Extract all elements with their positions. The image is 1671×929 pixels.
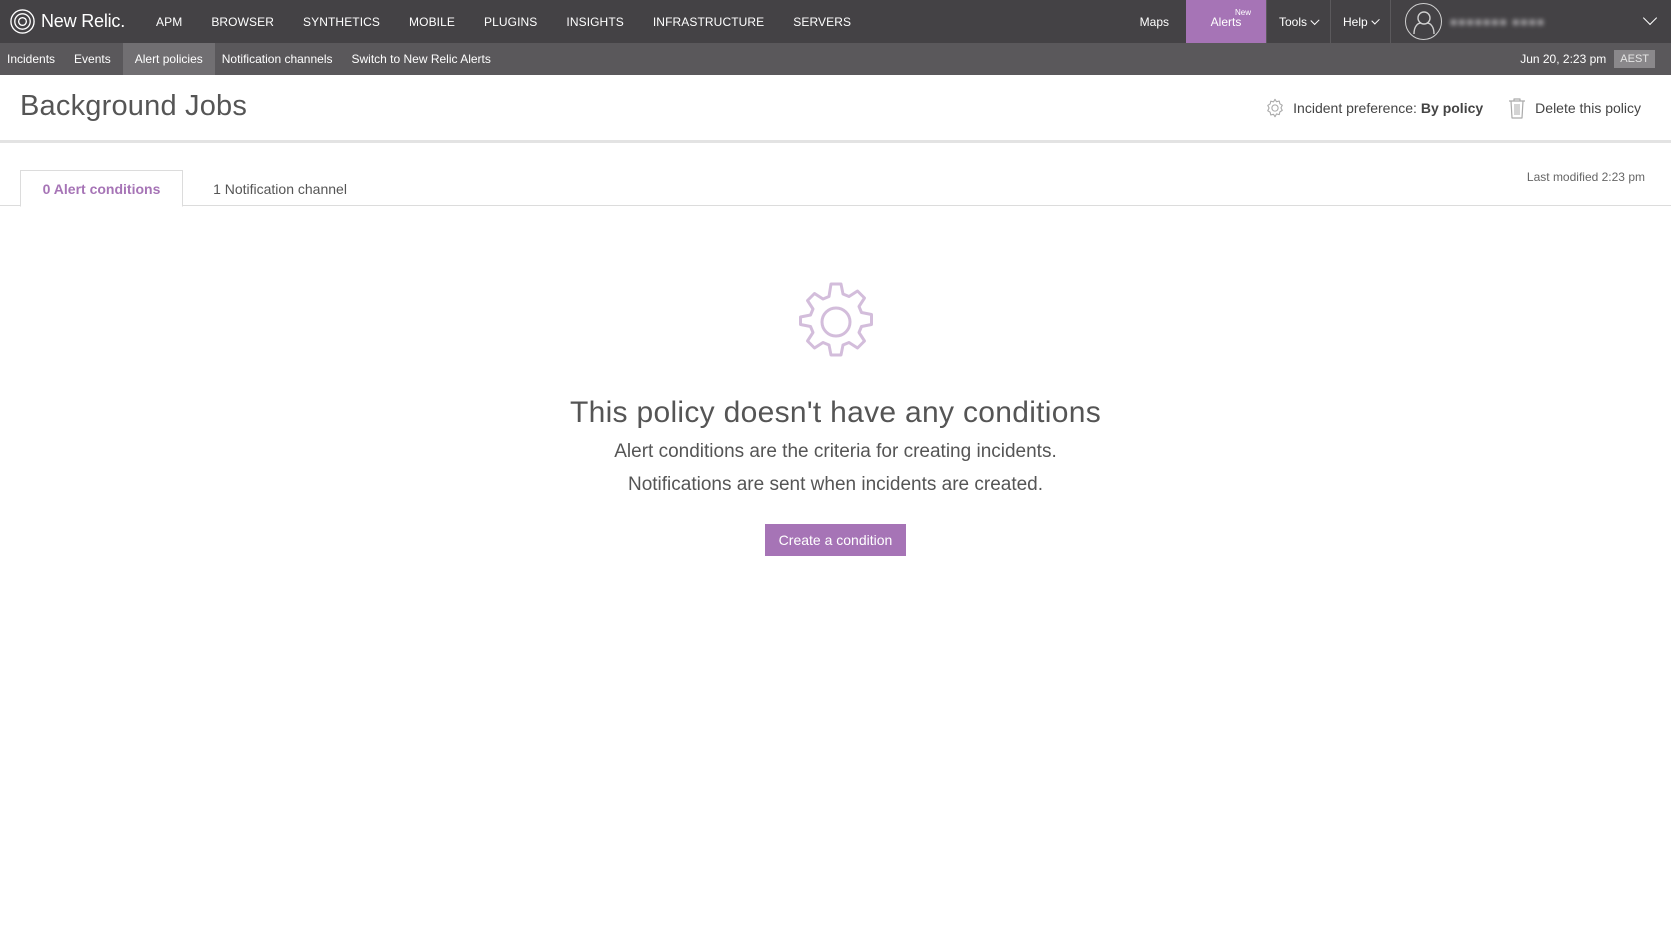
nav-item-maps[interactable]: Maps xyxy=(1084,0,1186,43)
page-header: Background Jobs Incident preference: By … xyxy=(0,75,1671,143)
subnav-item-switch-alerts[interactable]: Switch to New Relic Alerts xyxy=(344,43,502,75)
maps-label: Maps xyxy=(1139,14,1169,29)
create-condition-button[interactable]: Create a condition xyxy=(764,524,907,556)
nav-item-plugins[interactable]: PLUGINS xyxy=(484,15,537,29)
nav-item-servers[interactable]: SERVERS xyxy=(793,15,851,29)
subnav-item-alert-policies[interactable]: Alert policies xyxy=(122,43,215,75)
user-menu[interactable]: ■■■■■■■ ■■■■ xyxy=(1391,0,1671,43)
sub-navigation: Incidents Events Alert policies Notifica… xyxy=(0,43,1671,75)
incident-preference-value: By policy xyxy=(1420,100,1484,116)
empty-state-description-1: Alert conditions are the criteria for cr… xyxy=(614,441,1057,462)
username: ■■■■■■■ ■■■■ xyxy=(1450,14,1546,29)
tools-menu[interactable]: Tools xyxy=(1266,0,1330,43)
chevron-down-icon xyxy=(1310,15,1320,25)
brand-name: New Relic. xyxy=(41,11,126,31)
nav-item-apm[interactable]: APM xyxy=(156,15,182,29)
help-menu[interactable]: Help xyxy=(1330,0,1391,43)
gear-icon xyxy=(798,282,873,357)
right-nav: Maps Alerts New Tools Help ■■■■■■■ ■■■■ xyxy=(1084,0,1671,43)
empty-state-description-2: Notifications are sent when incidents ar… xyxy=(627,474,1044,495)
user-icon xyxy=(1412,10,1435,34)
new-badge: New xyxy=(1234,8,1251,17)
tab-alert-conditions-label: 0 Alert conditions xyxy=(42,180,161,197)
nav-item-alerts[interactable]: Alerts New xyxy=(1186,0,1266,43)
page-title: Background Jobs xyxy=(20,90,248,122)
subnav-item-incidents[interactable]: Incidents xyxy=(0,43,67,75)
tab-bar: 0 Alert conditions 1 Notification channe… xyxy=(0,170,1671,207)
subnav-item-events[interactable]: Events xyxy=(67,43,123,75)
gear-icon xyxy=(1267,98,1283,118)
current-date[interactable]: Jun 20, 2:23 pm xyxy=(1520,52,1606,66)
incident-preference-label: Incident preference: xyxy=(1293,100,1417,116)
avatar xyxy=(1405,3,1442,40)
subnav-item-notification-channels[interactable]: Notification channels xyxy=(215,43,345,75)
new-relic-logo-icon xyxy=(10,9,35,34)
incident-preference-button[interactable]: Incident preference: By policy xyxy=(1264,97,1483,119)
main-nav: APM BROWSER SYNTHETICS MOBILE PLUGINS IN… xyxy=(156,0,880,43)
time-display: Jun 20, 2:23 pm AEST xyxy=(1520,43,1655,75)
tab-notification-channels-label: 1 Notification channel xyxy=(213,180,347,197)
nav-item-mobile[interactable]: MOBILE xyxy=(409,15,455,29)
help-label: Help xyxy=(1343,14,1368,29)
trash-icon xyxy=(1509,98,1526,119)
empty-state-title: This policy doesn't have any conditions xyxy=(569,396,1102,429)
last-modified: Last modified 2:23 pm xyxy=(1526,170,1645,184)
header-actions: Incident preference: By policy Delete th… xyxy=(1264,97,1641,119)
chevron-down-icon xyxy=(1370,15,1380,25)
delete-policy-label: Delete this policy xyxy=(1535,100,1641,116)
empty-state: This policy doesn't have any conditions … xyxy=(0,280,1671,556)
chevron-down-icon xyxy=(1642,10,1658,26)
tab-notification-channels[interactable]: 1 Notification channel xyxy=(210,170,350,207)
timezone-badge[interactable]: AEST xyxy=(1614,50,1655,68)
tab-alert-conditions[interactable]: 0 Alert conditions xyxy=(20,170,183,207)
nav-item-insights[interactable]: INSIGHTS xyxy=(566,15,623,29)
delete-policy-button[interactable]: Delete this policy xyxy=(1507,97,1641,119)
brand-logo[interactable]: New Relic. xyxy=(0,0,145,43)
nav-item-synthetics[interactable]: SYNTHETICS xyxy=(303,15,380,29)
nav-item-browser[interactable]: BROWSER xyxy=(211,15,274,29)
top-navigation: New Relic. APM BROWSER SYNTHETICS MOBILE… xyxy=(0,0,1671,43)
tools-label: Tools xyxy=(1279,14,1308,29)
nav-item-infrastructure[interactable]: INFRASTRUCTURE xyxy=(653,15,764,29)
